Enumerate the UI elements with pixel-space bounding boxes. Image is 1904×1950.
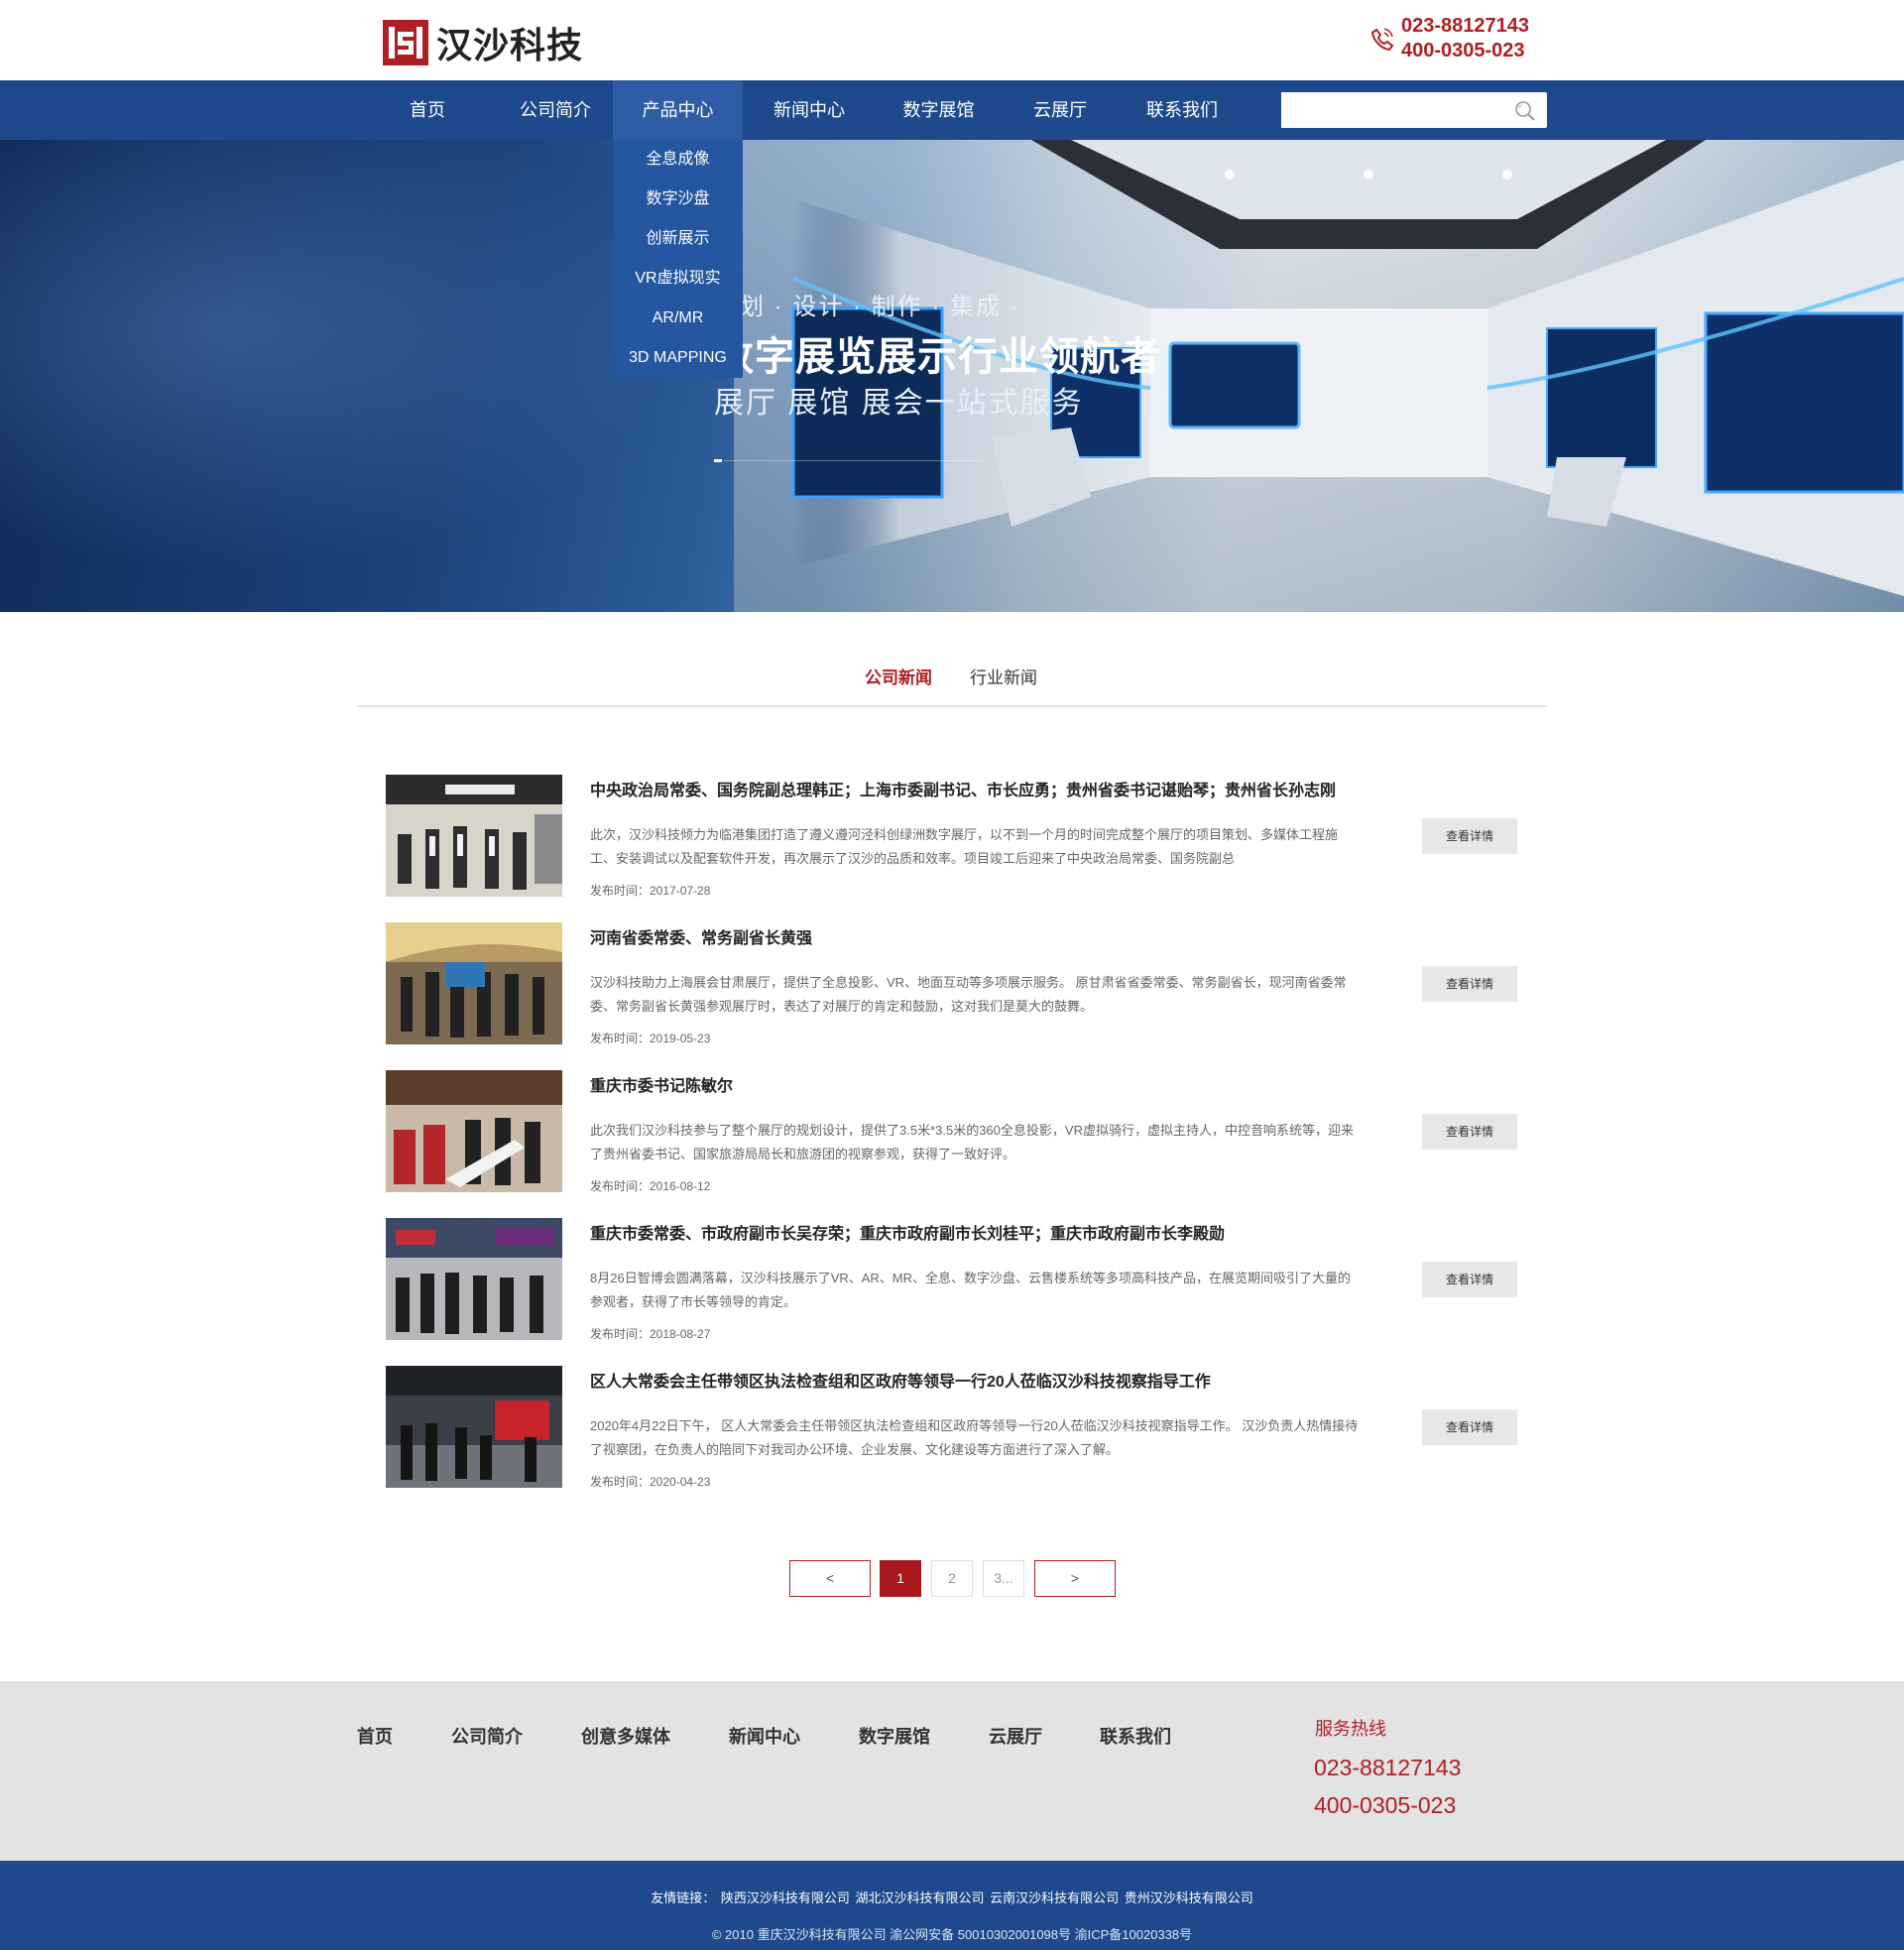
nav-item-contact[interactable]: 联系我们 <box>1119 80 1246 140</box>
page-number[interactable]: 1 <box>880 1560 921 1597</box>
news-thumbnail[interactable] <box>386 775 562 897</box>
friend-link[interactable]: 陕西汉沙科技有限公司 <box>721 1890 850 1905</box>
footer-nav-news[interactable]: 新闻中心 <box>729 1723 800 1749</box>
search-input[interactable] <box>1281 92 1499 128</box>
hero-banner: 策划 · 设计 · 制作 · 集成 · 数字展览展示行业领航者 展厅 展馆 展会… <box>0 140 1904 612</box>
news-tabs: 公司新闻 行业新闻 <box>357 612 1547 707</box>
nav-item-digital-hall[interactable]: 数字展馆 <box>876 80 1002 140</box>
footer-nav-cloud-hall[interactable]: 云展厅 <box>989 1723 1042 1749</box>
view-details-button[interactable]: 查看详情 <box>1422 1114 1517 1150</box>
news-summary: 此次我们汉沙科技参与了整个展厅的规划设计，提供了3.5米*3.5米的360全息投… <box>590 1123 1354 1161</box>
news-thumbnail[interactable] <box>386 922 562 1044</box>
hotline-label: 服务热线 <box>1315 1719 1386 1739</box>
tab-industry-news[interactable]: 行业新闻 <box>970 664 1037 688</box>
phone-block: 023-88127143 400-0305-023 <box>1369 14 1529 63</box>
logo-text: 汉沙科技 <box>436 26 584 66</box>
news-date: 发布时间：2020-04-23 <box>590 1475 711 1489</box>
nav-item-cloud-hall[interactable]: 云展厅 <box>1002 80 1119 140</box>
nav-item-products[interactable]: 产品中心 <box>613 80 743 140</box>
friend-link[interactable]: 云南汉沙科技有限公司 <box>990 1890 1119 1905</box>
dropdown-item-ar-mr[interactable]: AR/MR <box>613 303 743 342</box>
news-title[interactable]: 中央政治局常委、国务院副总理韩正；上海市委副书记、市长应勇；贵州省委书记谌贻琴；… <box>590 777 1336 800</box>
logo[interactable]: 汉沙科技 <box>383 17 583 68</box>
hotline-number-2: 400-0305-023 <box>1314 1792 1457 1818</box>
friend-link[interactable]: 贵州汉沙科技有限公司 <box>1125 1890 1253 1905</box>
news-summary: 此次，汉沙科技倾力为临港集团打造了遵义遵河泾科创绿洲数字展厅，以不到一个月的时间… <box>590 827 1339 866</box>
news-item: 重庆市委书记陈敏尔 此次我们汉沙科技参与了整个展厅的规划设计，提供了3.5米*3… <box>357 1070 1547 1218</box>
news-title[interactable]: 河南省委常委、常务副省长黄强 <box>590 924 812 948</box>
copyright: © 2010 重庆汉沙科技有限公司 渝公网安备 50010302001098号 … <box>711 1927 1193 1942</box>
news-item: 区人大常委会主任带领区执法检查组和区政府等领导一行20人莅临汉沙科技视察指导工作… <box>357 1366 1547 1514</box>
banner-tagline: 策划 · 设计 · 制作 · 集成 · <box>714 294 1020 320</box>
news-date: 发布时间：2016-08-12 <box>590 1179 711 1193</box>
banner-indicator-track <box>724 460 984 461</box>
dropdown-item-3d-mapping[interactable]: 3D MAPPING <box>613 342 743 382</box>
footer-nav-home[interactable]: 首页 <box>357 1723 393 1749</box>
footer-bottom: 友情链接： 陕西汉沙科技有限公司 湖北汉沙科技有限公司 云南汉沙科技有限公司 贵… <box>0 1861 1904 1950</box>
news-date: 发布时间：2017-07-28 <box>590 884 711 898</box>
view-details-button[interactable]: 查看详情 <box>1422 818 1517 854</box>
nav-item-home[interactable]: 首页 <box>357 80 498 140</box>
page-number[interactable]: 2 <box>931 1560 973 1597</box>
news-date: 发布时间：2018-08-27 <box>590 1327 711 1341</box>
news-item: 重庆市委常委、市政府副市长吴存荣；重庆市政府副市长刘桂平；重庆市政府副市长李殿勋… <box>357 1218 1547 1366</box>
view-details-button[interactable]: 查看详情 <box>1422 1262 1517 1297</box>
news-title[interactable]: 重庆市委常委、市政府副市长吴存荣；重庆市政府副市长刘桂平；重庆市政府副市长李殿勋 <box>590 1220 1225 1244</box>
footer-nav-about[interactable]: 公司简介 <box>451 1723 523 1749</box>
news-title[interactable]: 重庆市委书记陈敏尔 <box>590 1072 733 1096</box>
friend-links-label: 友情链接： <box>651 1890 716 1905</box>
footer-nav-contact[interactable]: 联系我们 <box>1100 1723 1171 1749</box>
news-thumbnail[interactable] <box>386 1070 562 1192</box>
search-box <box>1281 92 1547 128</box>
news-date: 发布时间：2019-05-23 <box>590 1032 711 1045</box>
news-item: 中央政治局常委、国务院副总理韩正；上海市委副书记、市长应勇；贵州省委书记谌贻琴；… <box>357 775 1547 922</box>
nav-item-about[interactable]: 公司简介 <box>498 80 613 140</box>
phone-icon <box>1370 28 1394 52</box>
next-page-button[interactable]: > <box>1034 1560 1116 1597</box>
dropdown-item-digital-sandtable[interactable]: 数字沙盘 <box>613 183 743 223</box>
page-number[interactable]: 3... <box>983 1560 1024 1597</box>
hotline-number-1: 023-88127143 <box>1314 1755 1462 1780</box>
footer-nav-digital-hall[interactable]: 数字展馆 <box>859 1723 930 1749</box>
products-dropdown: 全息成像 数字沙盘 创新展示 VR虚拟现实 AR/MR 3D MAPPING <box>613 140 743 378</box>
news-summary: 2020年4月22日下午， 区人大常委会主任带领区执法检查组和区政府等领导一行2… <box>590 1418 1359 1457</box>
news-thumbnail[interactable] <box>386 1218 562 1340</box>
phone-number-1: 023-88127143 <box>1400 15 1529 37</box>
dropdown-item-innovative-display[interactable]: 创新展示 <box>613 223 743 263</box>
news-summary: 8月26日智博会圆满落幕，汉沙科技展示了VR、AR、MR、全息、数字沙盘、云售楼… <box>590 1271 1352 1309</box>
news-list: 中央政治局常委、国务院副总理韩正；上海市委副书记、市长应勇；贵州省委书记谌贻琴；… <box>357 707 1547 1514</box>
banner-headline: 数字展览展示行业领航者 <box>714 335 1161 379</box>
nav-item-news[interactable]: 新闻中心 <box>743 80 876 140</box>
friend-link[interactable]: 湖北汉沙科技有限公司 <box>855 1890 984 1905</box>
banner-subheadline: 展厅 展馆 展会一站式服务 <box>714 387 1084 420</box>
header: 汉沙科技 023-88127143 400-0305-023 <box>0 0 1904 80</box>
tab-company-news[interactable]: 公司新闻 <box>865 664 932 688</box>
search-icon[interactable] <box>1513 99 1537 123</box>
logo-mark-icon <box>383 20 428 65</box>
footer-nav-area: 首页 公司简介 创意多媒体 新闻中心 数字展馆 云展厅 联系我们 服务热线 02… <box>0 1681 1904 1861</box>
main-nav: 首页 公司简介 产品中心 新闻中心 数字展馆 云展厅 联系我们 全息成像 数字沙… <box>0 80 1904 378</box>
news-title[interactable]: 区人大常委会主任带领区执法检查组和区政府等领导一行20人莅临汉沙科技视察指导工作 <box>590 1368 1211 1392</box>
news-thumbnail[interactable] <box>386 1366 562 1488</box>
news-item: 河南省委常委、常务副省长黄强 汉沙科技助力上海展会甘肃展厅，提供了全息投影、VR… <box>357 922 1547 1070</box>
view-details-button[interactable]: 查看详情 <box>1422 966 1517 1002</box>
friend-links: 友情链接： 陕西汉沙科技有限公司 湖北汉沙科技有限公司 云南汉沙科技有限公司 贵… <box>0 1888 1904 1906</box>
news-summary: 汉沙科技助力上海展会甘肃展厅，提供了全息投影、VR、地面互动等多项展示服务。 原… <box>590 975 1347 1014</box>
prev-page-button[interactable]: < <box>789 1560 871 1597</box>
dropdown-item-vr[interactable]: VR虚拟现实 <box>613 263 743 303</box>
footer-nav-creative-media[interactable]: 创意多媒体 <box>581 1723 670 1749</box>
banner-indicator-active[interactable] <box>714 459 722 462</box>
pagination: < 1 2 3... > <box>357 1514 1547 1633</box>
phone-number-2: 400-0305-023 <box>1400 40 1525 61</box>
view-details-button[interactable]: 查看详情 <box>1422 1409 1517 1445</box>
dropdown-item-hologram[interactable]: 全息成像 <box>613 144 743 183</box>
